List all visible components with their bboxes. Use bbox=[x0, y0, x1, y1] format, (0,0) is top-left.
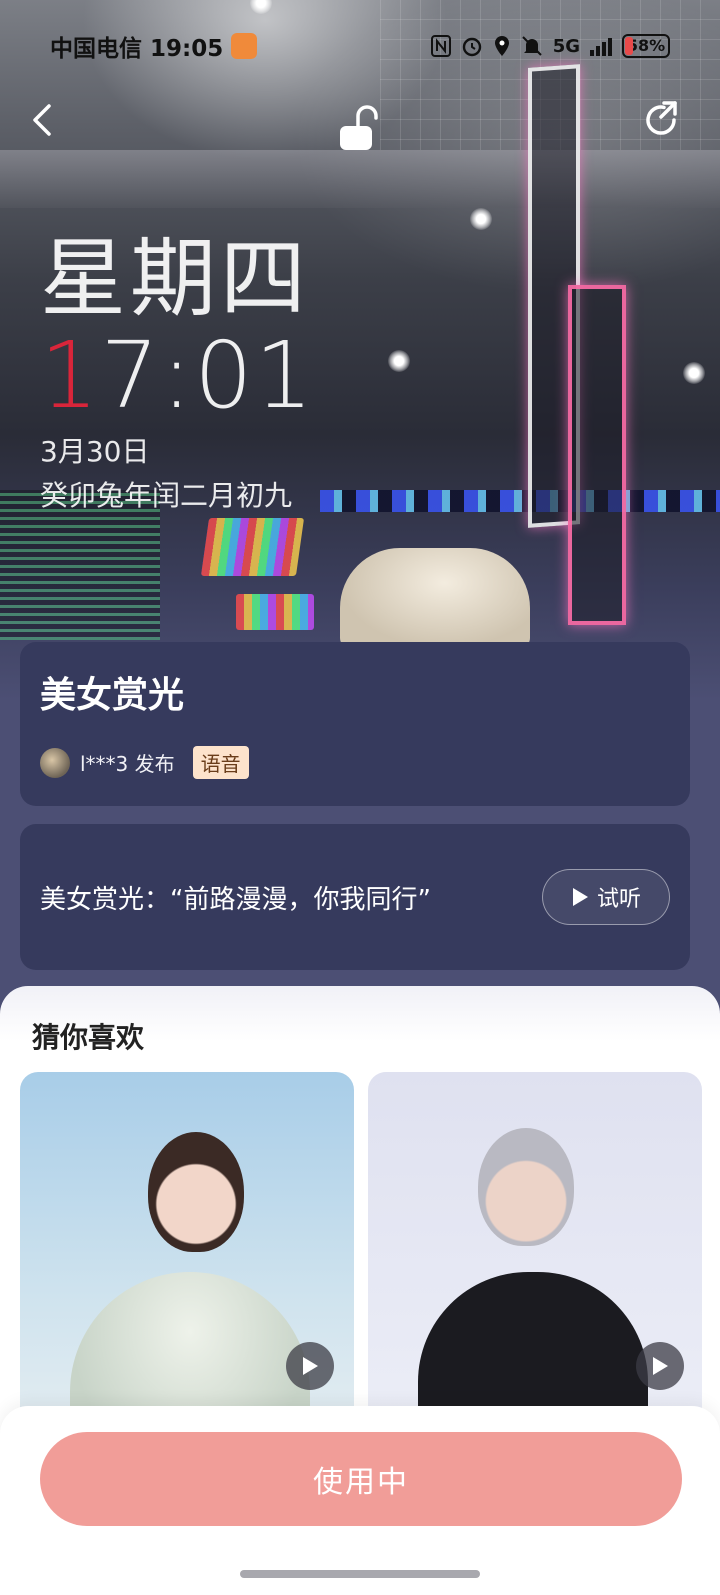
lockscreen-lunar-date: 癸卯兔年闰二月初九 bbox=[40, 479, 293, 512]
recommendations-title: 猜你喜欢 bbox=[32, 1021, 145, 1054]
led-strip bbox=[320, 490, 720, 512]
network-type: 5G bbox=[552, 35, 580, 57]
play-button[interactable] bbox=[286, 1342, 334, 1390]
lock-preview-button[interactable] bbox=[334, 104, 382, 152]
alarm-icon bbox=[462, 37, 481, 57]
audio-preview-card: 美女赏光：“前路漫漫，你我同行” 试听 bbox=[20, 824, 690, 970]
play-button[interactable] bbox=[636, 1342, 684, 1390]
clock-accent-digit: 1 bbox=[40, 322, 101, 429]
play-icon bbox=[572, 888, 588, 906]
ceiling-lamp bbox=[250, 0, 272, 14]
ceiling-lamp bbox=[683, 362, 705, 384]
ceiling-beam bbox=[0, 150, 720, 208]
preview-audio-button[interactable]: 试听 bbox=[542, 869, 670, 925]
author-row: l***3 发布 语音 bbox=[40, 746, 670, 779]
portrait-image bbox=[148, 1132, 244, 1252]
recommendation-card[interactable] bbox=[20, 1072, 354, 1446]
neon-sign bbox=[568, 285, 626, 625]
ceiling-lamp bbox=[388, 350, 410, 372]
theme-info-card: 美女赏光 l***3 发布 语音 bbox=[20, 642, 690, 806]
status-left: 中国电信 19:05 bbox=[50, 29, 258, 63]
play-icon bbox=[303, 1357, 318, 1375]
carrier-time: 中国电信 19:05 bbox=[50, 36, 224, 62]
recommendations-sheet: 猜你喜欢 bbox=[0, 986, 720, 1446]
led-screen bbox=[200, 518, 305, 576]
led-screen bbox=[236, 594, 314, 630]
back-button[interactable] bbox=[18, 96, 66, 144]
in-use-button[interactable]: 使用中 bbox=[40, 1432, 682, 1526]
signal-icon bbox=[590, 36, 612, 56]
theme-title: 美女赏光 bbox=[40, 675, 185, 716]
play-icon bbox=[653, 1357, 668, 1375]
recommendation-card[interactable] bbox=[368, 1072, 702, 1446]
audio-description: 美女赏光：“前路漫漫，你我同行” bbox=[40, 884, 431, 915]
lockscreen-weekday: 星期四 bbox=[40, 229, 310, 329]
status-bar: 中国电信 19:05 5G 58% bbox=[0, 26, 720, 66]
chevron-left-icon bbox=[33, 104, 51, 136]
share-icon bbox=[646, 101, 677, 135]
lockscreen-clock: 17:01 bbox=[40, 322, 315, 429]
nfc-icon bbox=[430, 35, 451, 57]
portrait-image bbox=[478, 1128, 574, 1246]
avatar[interactable] bbox=[40, 747, 70, 778]
share-button[interactable] bbox=[638, 96, 686, 144]
voice-tag: 语音 bbox=[192, 746, 249, 779]
unlock-icon bbox=[340, 105, 378, 150]
hat-figure bbox=[340, 548, 530, 648]
preview-label: 试听 bbox=[596, 887, 641, 912]
ceiling-lamp bbox=[470, 208, 492, 230]
clock-digits: 7:01 bbox=[100, 322, 316, 429]
bottom-action-bar: 使用中 bbox=[0, 1406, 720, 1595]
battery-icon: 58% bbox=[622, 34, 670, 58]
lockscreen-date: 3月30日 bbox=[40, 435, 150, 468]
mute-icon bbox=[521, 36, 542, 56]
author-name[interactable]: l***3 发布 bbox=[80, 748, 175, 777]
home-indicator[interactable] bbox=[240, 1570, 480, 1578]
status-right: 5G 58% bbox=[430, 34, 670, 58]
app-badge-icon bbox=[231, 33, 258, 59]
location-icon bbox=[494, 36, 509, 56]
